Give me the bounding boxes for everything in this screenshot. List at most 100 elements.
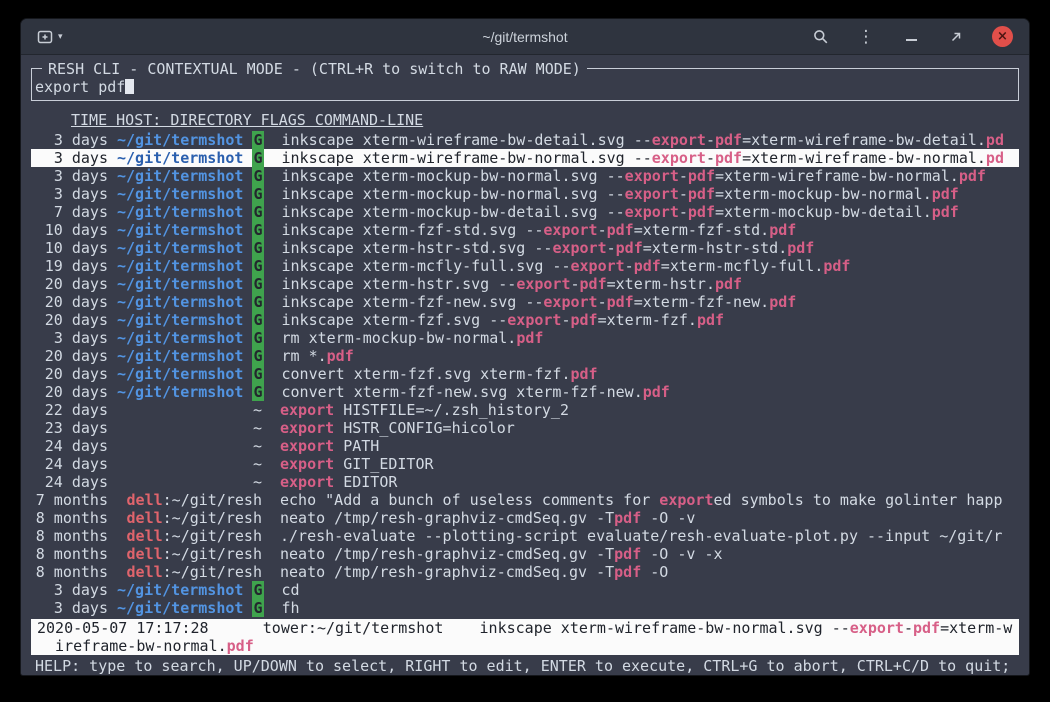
row-time: 8 months bbox=[35, 545, 108, 563]
restore-button[interactable] bbox=[947, 28, 965, 46]
row-host: ~ bbox=[253, 419, 262, 437]
row-command: echo "Add a bunch of useless comments fo… bbox=[280, 491, 1015, 509]
history-row[interactable]: 3 days~/git/termshot Ginkscape xterm-wir… bbox=[31, 149, 1019, 167]
row-host: ~ bbox=[253, 455, 262, 473]
history-row[interactable]: 3 days~/git/termshot Gfh bbox=[31, 599, 1019, 617]
row-command: inkscape xterm-hstr-std.svg --export-pdf… bbox=[282, 239, 1016, 257]
history-row[interactable]: 19 days~/git/termshot Ginkscape xterm-mc… bbox=[31, 257, 1019, 275]
row-host-flags: dell:~/git/resh bbox=[117, 509, 262, 527]
history-row[interactable]: 3 days~/git/termshot Ginkscape xterm-moc… bbox=[31, 185, 1019, 203]
history-row[interactable]: 24 days ~ export GIT_EDITOR bbox=[31, 455, 1019, 473]
git-flag-badge: G bbox=[252, 185, 263, 203]
row-host-flags: ~/git/termshot G bbox=[117, 581, 264, 599]
row-host: ~/git/termshot bbox=[117, 167, 243, 185]
row-command: export GIT_EDITOR bbox=[280, 455, 1015, 473]
history-row[interactable]: 24 days~export PATH bbox=[31, 437, 1019, 455]
row-host: ~/git/termshot bbox=[117, 221, 243, 239]
match-highlight: pdf bbox=[823, 257, 850, 275]
row-command: inkscape xterm-wireframe-bw-detail.svg -… bbox=[282, 131, 1016, 149]
history-row[interactable]: 20 days~/git/termshot Gconvert xterm-fzf… bbox=[31, 365, 1019, 383]
row-host: ~/git/termshot bbox=[117, 131, 243, 149]
row-command: rm xterm-mockup-bw-normal.pdf bbox=[282, 329, 1016, 347]
row-time: 20 days bbox=[35, 365, 108, 383]
row-time: 24 days bbox=[35, 455, 108, 473]
history-row[interactable]: 24 days~export EDITOR bbox=[31, 473, 1019, 491]
close-button[interactable]: × bbox=[992, 26, 1013, 47]
row-host-flags: ~/git/termshot G bbox=[117, 347, 264, 365]
minimize-button[interactable] bbox=[902, 28, 920, 46]
row-command: inkscape xterm-fzf-new.svg --export-pdf=… bbox=[282, 293, 1016, 311]
history-row[interactable]: 8 monthsdell:~/git/reshneato /tmp/resh-g… bbox=[31, 563, 1019, 581]
git-flag-badge: G bbox=[252, 311, 263, 329]
chevron-down-icon: ▾ bbox=[58, 31, 63, 42]
match-highlight: export bbox=[280, 401, 334, 419]
row-host-flags: ~/git/termshot G bbox=[117, 239, 264, 257]
row-time: 20 days bbox=[35, 311, 108, 329]
help-line: HELP: type to search, UP/DOWN to select,… bbox=[35, 657, 1015, 675]
row-host-flags: ~ bbox=[117, 401, 262, 419]
history-row[interactable]: 22 days~export HISTFILE=~/.zsh_history_2 bbox=[31, 401, 1019, 419]
history-row[interactable]: 3 days~/git/termshot Grm xterm-mockup-bw… bbox=[31, 329, 1019, 347]
table-header: TIME HOST: DIRECTORY FLAGS COMMAND-LINE bbox=[35, 111, 1015, 129]
git-flag-badge: G bbox=[252, 365, 263, 383]
history-row[interactable]: 8 monthsdell:~/git/reshneato /tmp/resh-g… bbox=[31, 545, 1019, 563]
kebab-menu-icon[interactable]: ⋮ bbox=[857, 28, 875, 46]
terminal-content: RESH CLI - CONTEXTUAL MODE - (CTRL+R to … bbox=[21, 55, 1029, 675]
git-flag-badge: G bbox=[252, 383, 263, 401]
history-row[interactable]: 7 monthsdell:~/git/reshecho "Add a bunch… bbox=[31, 491, 1019, 509]
row-host: ~/git/termshot bbox=[117, 293, 243, 311]
row-host: dell bbox=[127, 563, 163, 581]
match-highlight: pdf bbox=[769, 221, 796, 239]
row-host: dell bbox=[127, 527, 163, 545]
row-host-flags: ~/git/termshot G bbox=[117, 185, 264, 203]
git-flag-badge: G bbox=[252, 149, 263, 167]
match-highlight: export bbox=[625, 167, 679, 185]
row-host-flags: ~/git/termshot G bbox=[117, 365, 264, 383]
row-command: neato /tmp/resh-graphviz-cmdSeq.gv -Tpdf… bbox=[280, 545, 1015, 563]
row-host: ~/git/termshot bbox=[117, 149, 243, 167]
history-row[interactable]: 20 days~/git/termshot Gconvert xterm-fzf… bbox=[31, 383, 1019, 401]
git-flag-badge: G bbox=[252, 257, 263, 275]
row-host-flags: ~/git/termshot G bbox=[117, 329, 264, 347]
history-row[interactable]: 23 days~export HSTR_CONFIG=hicolor bbox=[31, 419, 1019, 437]
search-icon[interactable] bbox=[812, 28, 830, 46]
row-command: inkscape xterm-mockup-bw-detail.svg --ex… bbox=[282, 203, 1016, 221]
history-row[interactable]: 3 days~/git/termshot Ginkscape xterm-moc… bbox=[31, 167, 1019, 185]
row-time: 8 months bbox=[35, 509, 108, 527]
match-highlight: export bbox=[850, 619, 904, 637]
row-host-flags: ~/git/termshot G bbox=[117, 221, 264, 239]
match-highlight: pdf bbox=[614, 509, 641, 527]
row-time: 3 days bbox=[35, 599, 108, 617]
new-tab-button[interactable]: ▾ bbox=[33, 28, 67, 46]
match-highlight: export bbox=[652, 131, 706, 149]
row-time: 8 months bbox=[35, 527, 108, 545]
history-row[interactable]: 8 monthsdell:~/git/resh./resh-evaluate -… bbox=[31, 527, 1019, 545]
history-row[interactable]: 8 monthsdell:~/git/reshneato /tmp/resh-g… bbox=[31, 509, 1019, 527]
history-row[interactable]: 3 days~/git/termshot Ginkscape xterm-wir… bbox=[31, 131, 1019, 149]
search-box[interactable]: RESH CLI - CONTEXTUAL MODE - (CTRL+R to … bbox=[31, 68, 1019, 101]
row-host-flags: ~/git/termshot G bbox=[117, 167, 264, 185]
history-row[interactable]: 20 days~/git/termshot Ginkscape xterm-fz… bbox=[31, 293, 1019, 311]
history-row[interactable]: 10 days~/git/termshot Ginkscape xterm-hs… bbox=[31, 239, 1019, 257]
git-flag-badge: G bbox=[252, 239, 263, 257]
match-highlight: pdf bbox=[614, 545, 641, 563]
history-row[interactable]: 7 days~/git/termshot Ginkscape xterm-moc… bbox=[31, 203, 1019, 221]
row-time: 7 days bbox=[35, 203, 108, 221]
history-row[interactable]: 20 days~/git/termshot Ginkscape xterm-fz… bbox=[31, 311, 1019, 329]
row-time: 20 days bbox=[35, 275, 108, 293]
row-time: 3 days bbox=[35, 185, 108, 203]
match-highlight: export bbox=[570, 257, 624, 275]
row-host-flags: dell:~/git/resh bbox=[117, 527, 262, 545]
git-flag-badge: G bbox=[252, 167, 263, 185]
history-row[interactable]: 10 days~/git/termshot Ginkscape xterm-fz… bbox=[31, 221, 1019, 239]
match-highlight: pdf bbox=[697, 311, 724, 329]
row-time: 8 months bbox=[35, 563, 108, 581]
history-row[interactable]: 3 days~/git/termshot Gcd bbox=[31, 581, 1019, 599]
match-highlight: pdf bbox=[688, 203, 715, 221]
row-host: ~/git/termshot bbox=[117, 581, 243, 599]
search-input[interactable]: export pdf bbox=[35, 78, 1014, 96]
history-row[interactable]: 20 days~/git/termshot Ginkscape xterm-hs… bbox=[31, 275, 1019, 293]
history-row[interactable]: 20 days~/git/termshot Grm *.pdf bbox=[31, 347, 1019, 365]
row-command: convert xterm-fzf-new.svg xterm-fzf-new.… bbox=[282, 383, 1016, 401]
titlebar[interactable]: ▾ ~/git/termshot ⋮ × bbox=[21, 19, 1029, 55]
